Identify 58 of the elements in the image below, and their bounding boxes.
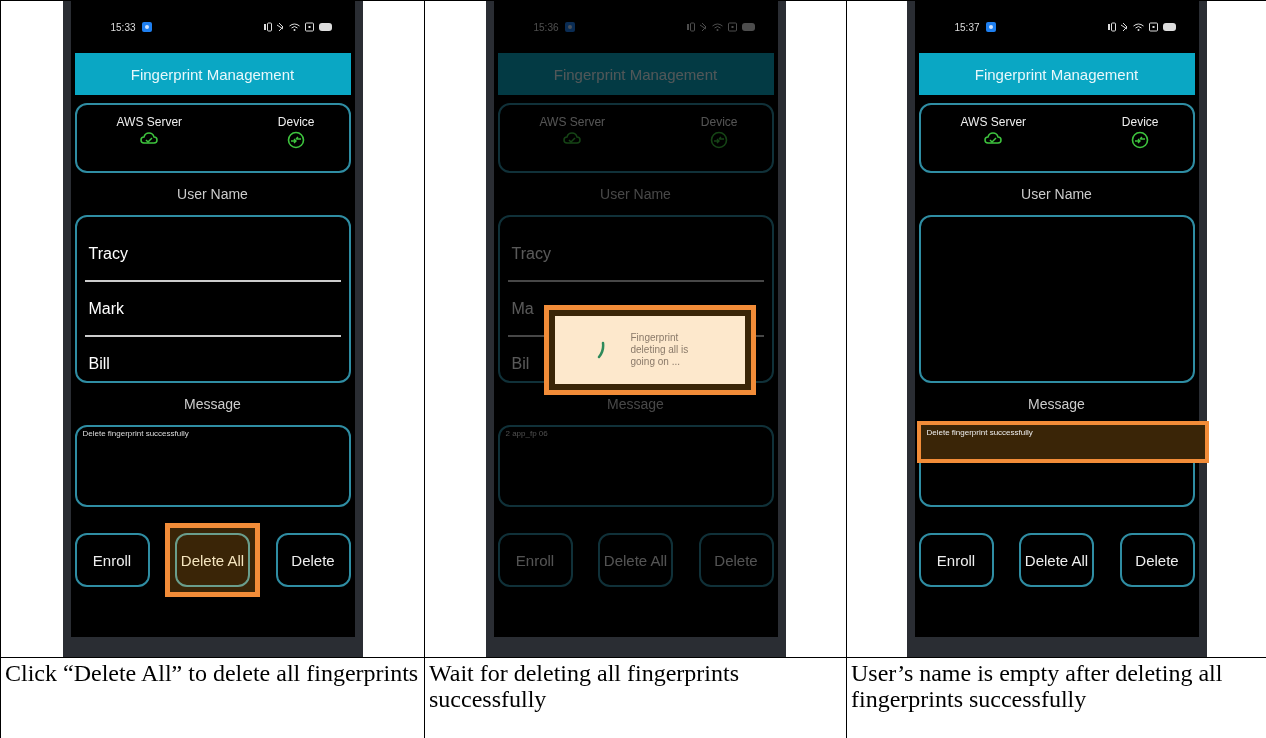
app-title-bar: Fingerprint Management bbox=[918, 53, 1195, 95]
message-text: Delete fingerprint successfully bbox=[926, 428, 1033, 437]
app-title-bar: Fingerprint Management bbox=[497, 53, 774, 95]
cloud-check-icon bbox=[140, 131, 159, 145]
action-button[interactable]: Enroll bbox=[918, 533, 994, 587]
sync-circle-icon bbox=[710, 131, 729, 149]
user-list-item[interactable]: Mark bbox=[84, 282, 341, 337]
device-label: Device bbox=[1121, 115, 1159, 129]
battery-icon bbox=[741, 22, 756, 32]
user-name-label: User Name bbox=[1020, 185, 1093, 204]
device-label: Device bbox=[700, 115, 738, 129]
vibrate-icon bbox=[263, 22, 272, 32]
vibrate-icon bbox=[1107, 22, 1116, 32]
action-button[interactable]: Delete All bbox=[1019, 533, 1094, 587]
wifi-icon bbox=[1132, 22, 1144, 32]
caption-text: User’s name is empty after deleting all fingerprints successfully bbox=[847, 658, 1266, 738]
notification-icon bbox=[985, 22, 996, 32]
app-title-bar: Fingerprint Management bbox=[74, 53, 351, 95]
server-label: AWS Server bbox=[960, 115, 1027, 129]
notification-icon bbox=[564, 22, 575, 32]
battery-icon bbox=[1162, 22, 1177, 32]
status-time: 15:36 bbox=[533, 21, 559, 33]
action-button[interactable]: Delete bbox=[275, 533, 351, 587]
screen-icon bbox=[727, 22, 737, 32]
screen-icon bbox=[304, 22, 314, 32]
cloud-check-icon bbox=[984, 131, 1003, 145]
caption-text: Wait for deleting all fingerprints successfully bbox=[425, 658, 847, 738]
action-button[interactable]: Delete All bbox=[175, 533, 250, 587]
wifi-icon bbox=[288, 22, 300, 32]
bluetooth-icon bbox=[699, 22, 707, 32]
sync-circle-icon bbox=[287, 131, 306, 149]
action-button[interactable]: Delete bbox=[1119, 533, 1195, 587]
bluetooth-icon bbox=[276, 22, 284, 32]
message-label: Message bbox=[1027, 395, 1086, 414]
user-name-label: User Name bbox=[599, 185, 672, 204]
vibrate-icon bbox=[686, 22, 695, 32]
message-label: Message bbox=[606, 395, 665, 414]
battery-icon bbox=[318, 22, 333, 32]
action-button[interactable]: Enroll bbox=[74, 533, 150, 587]
wifi-icon bbox=[711, 22, 723, 32]
caption-text: Click “Delete All” to delete all fingerprints bbox=[1, 658, 425, 738]
dialog-text: Fingerprint deleting all is going on ... bbox=[630, 332, 690, 368]
server-label: AWS Server bbox=[539, 115, 606, 129]
sync-circle-icon bbox=[1131, 131, 1150, 149]
message-text: Delete fingerprint successfully bbox=[82, 429, 189, 438]
bluetooth-icon bbox=[1120, 22, 1128, 32]
user-list-item[interactable]: Bill bbox=[84, 337, 341, 390]
message-label: Message bbox=[183, 395, 242, 414]
user-name-label: User Name bbox=[176, 185, 249, 204]
device-label: Device bbox=[277, 115, 315, 129]
status-time: 15:33 bbox=[110, 21, 136, 33]
user-list-item[interactable]: Tracy bbox=[84, 227, 341, 282]
notification-icon bbox=[141, 22, 152, 32]
screen-icon bbox=[1148, 22, 1158, 32]
server-label: AWS Server bbox=[116, 115, 183, 129]
spinner-icon bbox=[596, 341, 605, 359]
cloud-check-icon bbox=[563, 131, 582, 145]
status-time: 15:37 bbox=[954, 21, 980, 33]
